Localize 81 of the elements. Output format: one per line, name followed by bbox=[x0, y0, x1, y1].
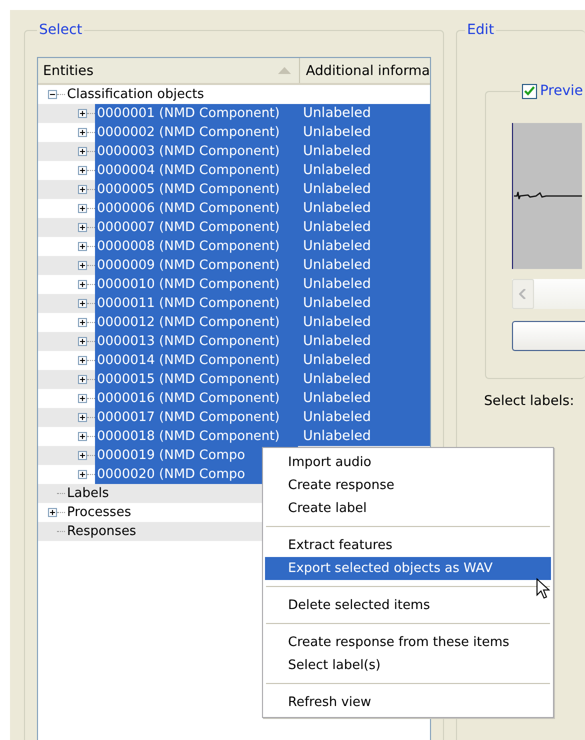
group-title: Edit bbox=[466, 22, 496, 38]
sort-arrow-icon bbox=[278, 67, 291, 74]
tree-item[interactable]: 0000009 (NMD Component) bbox=[95, 256, 298, 275]
select-labels-label: Select labels: bbox=[484, 393, 576, 409]
expand-icon[interactable] bbox=[78, 318, 87, 327]
menu-item[interactable]: Create response from these items bbox=[265, 631, 551, 654]
expand-icon[interactable] bbox=[78, 185, 87, 194]
tree-item[interactable]: 0000007 (NMD Component) bbox=[95, 218, 298, 237]
table-cell: Unlabeled bbox=[298, 389, 430, 408]
expand-icon[interactable] bbox=[78, 432, 87, 441]
tree-item[interactable]: 0000014 (NMD Component) bbox=[95, 351, 298, 370]
blank-button[interactable] bbox=[512, 321, 585, 351]
tree-item[interactable]: 0000013 (NMD Component) bbox=[95, 332, 298, 351]
table-cell: Unlabeled bbox=[298, 408, 430, 427]
tree-item[interactable]: 0000003 (NMD Component) bbox=[95, 142, 298, 161]
expand-icon[interactable] bbox=[78, 109, 87, 118]
table-cell: Unlabeled bbox=[298, 313, 430, 332]
menu-item[interactable]: Create label bbox=[265, 497, 551, 520]
expand-icon[interactable] bbox=[78, 261, 87, 270]
table-cell: Unlabeled bbox=[298, 104, 430, 123]
expand-icon[interactable] bbox=[78, 375, 87, 384]
tree-item[interactable]: Responses bbox=[65, 522, 138, 541]
tree-item[interactable]: 0000008 (NMD Component) bbox=[95, 237, 298, 256]
expand-icon[interactable] bbox=[78, 128, 87, 137]
expand-icon[interactable] bbox=[78, 451, 87, 460]
menu-item[interactable]: Export selected objects as WAV bbox=[265, 557, 551, 580]
chevron-left-icon bbox=[519, 289, 526, 299]
group-title: Select bbox=[38, 22, 84, 38]
expand-icon[interactable] bbox=[78, 204, 87, 213]
cursor-icon bbox=[536, 578, 550, 600]
expand-icon[interactable] bbox=[78, 299, 87, 308]
table-cell: Unlabeled bbox=[298, 275, 430, 294]
scrollbar[interactable] bbox=[512, 279, 585, 309]
expand-icon[interactable] bbox=[78, 242, 87, 251]
table-cell: Unlabeled bbox=[298, 256, 430, 275]
expand-icon[interactable] bbox=[78, 223, 87, 232]
table-cell: Unlabeled bbox=[298, 142, 430, 161]
table-cell: Unlabeled bbox=[298, 218, 430, 237]
table-cell: Unlabeled bbox=[298, 237, 430, 256]
table-cell: Unlabeled bbox=[298, 294, 430, 313]
expand-icon[interactable] bbox=[78, 147, 87, 156]
tree-item[interactable]: 0000012 (NMD Component) bbox=[95, 313, 298, 332]
expand-icon[interactable] bbox=[78, 166, 87, 175]
tree-item[interactable]: 0000002 (NMD Component) bbox=[95, 123, 298, 142]
menu-item[interactable]: Select label(s) bbox=[265, 654, 551, 677]
table-cell: Unlabeled bbox=[298, 180, 430, 199]
table-cell: Unlabeled bbox=[298, 370, 430, 389]
checkbox[interactable] bbox=[522, 84, 537, 98]
table-cell: Unlabeled bbox=[298, 332, 430, 351]
menu-item[interactable]: Extract features bbox=[265, 534, 551, 557]
table-cell: Unlabeled bbox=[298, 161, 430, 180]
table-cell: Unlabeled bbox=[298, 123, 430, 142]
menu-item[interactable]: Delete selected items bbox=[265, 594, 551, 617]
expand-icon[interactable] bbox=[78, 356, 87, 365]
tree-item[interactable]: 0000005 (NMD Component) bbox=[95, 180, 298, 199]
collapse-icon[interactable] bbox=[48, 90, 57, 99]
tree-item[interactable]: 0000018 (NMD Component) bbox=[95, 427, 298, 446]
menu-item[interactable]: Refresh view bbox=[265, 691, 551, 714]
table-cell: Unlabeled bbox=[298, 199, 430, 218]
tree-item[interactable]: Classification objects bbox=[65, 85, 206, 104]
expand-icon[interactable] bbox=[78, 470, 87, 479]
tree-item[interactable]: Processes bbox=[65, 503, 134, 522]
tree-item[interactable]: 0000006 (NMD Component) bbox=[95, 199, 298, 218]
checkbox-label[interactable]: Previe bbox=[540, 83, 583, 99]
column-header[interactable]: Additional informa bbox=[300, 58, 430, 83]
tree-item[interactable]: 0000017 (NMD Component) bbox=[95, 408, 298, 427]
column-header[interactable]: Entities bbox=[38, 58, 300, 83]
tree-item[interactable]: 0000001 (NMD Component) bbox=[95, 104, 298, 123]
expand-icon[interactable] bbox=[78, 337, 87, 346]
tree-item[interactable]: 0000016 (NMD Component) bbox=[95, 389, 298, 408]
expand-icon[interactable] bbox=[78, 280, 87, 289]
tree-item[interactable]: 0000010 (NMD Component) bbox=[95, 275, 298, 294]
expand-icon[interactable] bbox=[78, 413, 87, 422]
tree-item[interactable]: 0000011 (NMD Component) bbox=[95, 294, 298, 313]
table-cell: Unlabeled bbox=[298, 351, 430, 370]
tree-item[interactable]: Labels bbox=[65, 484, 111, 503]
expand-icon[interactable] bbox=[48, 508, 57, 517]
expand-icon[interactable] bbox=[78, 394, 87, 403]
tree-item[interactable]: 0000004 (NMD Component) bbox=[95, 161, 298, 180]
table-cell: Unlabeled bbox=[298, 427, 430, 446]
tree-item[interactable]: 0000015 (NMD Component) bbox=[95, 370, 298, 389]
